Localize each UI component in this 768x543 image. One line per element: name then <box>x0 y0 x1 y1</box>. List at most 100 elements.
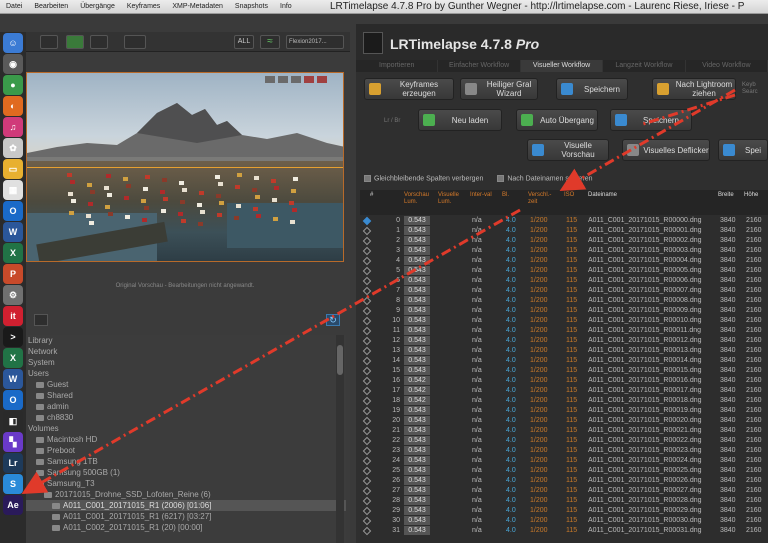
column-header[interactable]: Visuelle Lum. <box>438 192 468 206</box>
tree-item[interactable]: Samsung 500GB (1) <box>26 467 346 478</box>
tree-item[interactable]: Samsung_T3 <box>26 478 346 489</box>
table-row[interactable]: 4 0.543 n/a 4.0 1/200 115 A011_C001_20171015_R… <box>360 256 768 266</box>
mosaic-icon[interactable]: ▚ <box>3 432 23 452</box>
firefox-icon[interactable]: ◐ <box>3 96 23 116</box>
table-row[interactable]: 14 0.543 n/a 4.0 1/200 115 A011_C001_20171015_… <box>360 356 768 366</box>
table-row[interactable]: 24 0.543 n/a 4.0 1/200 115 A011_C001_20171015_… <box>360 456 768 466</box>
siri-icon[interactable]: ◉ <box>3 54 23 74</box>
menu-item-2[interactable]: Übergänge <box>74 3 121 10</box>
itunes-icon[interactable]: ♫ <box>3 117 23 137</box>
table-row[interactable]: 22 0.543 n/a 4.0 1/200 115 A011_C001_20171015_… <box>360 436 768 446</box>
workflow-button-0[interactable]: Keyframes erzeugen <box>364 78 454 100</box>
tree-item[interactable]: A011_C002_20171015_R1 (20) [00:00] <box>26 522 346 533</box>
menu-item-5[interactable]: Snapshots <box>229 3 274 10</box>
preset-select[interactable]: Flexion2017... <box>286 35 344 49</box>
table-row[interactable]: 11 0.543 n/a 4.0 1/200 115 A011_C001_20171015_… <box>360 326 768 336</box>
workflow-button-4[interactable]: Neu laden <box>418 109 502 131</box>
tree-item[interactable]: Users <box>26 368 346 379</box>
tree-item[interactable]: System <box>26 357 346 368</box>
menu-item-1[interactable]: Bearbeiten <box>28 3 74 10</box>
tree-item[interactable]: Shared <box>26 390 346 401</box>
workflow-button-1[interactable]: Heiliger Gral Wizard <box>460 78 538 100</box>
stop-button[interactable] <box>34 314 48 326</box>
lightroom-icon[interactable]: Lr <box>3 453 23 473</box>
table-row[interactable]: 18 0.542 n/a 4.0 1/200 115 A011_C001_20171015_… <box>360 396 768 406</box>
table-row[interactable]: 15 0.543 n/a 4.0 1/200 115 A011_C001_20171015_… <box>360 366 768 376</box>
table-row[interactable]: 7 0.543 n/a 4.0 1/200 115 A011_C001_20171015_R… <box>360 286 768 296</box>
workflow-button-7[interactable]: Visuelle Vorschau <box>527 139 609 161</box>
all-button[interactable]: ALL <box>234 35 254 49</box>
table-row[interactable]: 2 0.543 n/a 4.0 1/200 115 A011_C001_20171015_R… <box>360 236 768 246</box>
tree-item[interactable]: Macintosh HD <box>26 434 346 445</box>
menu-item-6[interactable]: Info <box>274 3 298 10</box>
menu-item-0[interactable]: Datei <box>0 3 28 10</box>
table-row[interactable]: 3 0.543 n/a 4.0 1/200 115 A011_C001_20171015_R… <box>360 246 768 256</box>
tree-item[interactable]: 20171015_Drohne_SSD_Lofoten_Reine (6) <box>26 489 346 500</box>
table-row[interactable]: 25 0.543 n/a 4.0 1/200 115 A011_C001_20171015_… <box>360 466 768 476</box>
tab-3[interactable]: Langzeit Workflow <box>603 60 686 72</box>
workflow-button-8[interactable]: Visuelles Deflicker <box>622 139 710 161</box>
folder-icon[interactable]: ▭ <box>3 159 23 179</box>
powerpoint-icon[interactable]: P <box>3 264 23 284</box>
terminal-icon[interactable]: > <box>3 327 23 347</box>
workflow-button-5[interactable]: Auto Übergang <box>516 109 598 131</box>
tree-item[interactable]: A011_C001_20171015_R1 (6217) [03:27] <box>26 511 346 522</box>
tree-item[interactable]: Volumes <box>26 423 346 434</box>
word2-icon[interactable]: W <box>3 369 23 389</box>
tree-scrollbar[interactable] <box>336 335 344 543</box>
menu-item-4[interactable]: XMP-Metadaten <box>166 3 229 10</box>
column-header[interactable]: Dateiname <box>588 192 688 199</box>
preview-image[interactable] <box>26 72 344 262</box>
hide-columns-checkbox[interactable]: Gleichbleibende Spalten verbergen <box>364 175 483 182</box>
tree-item[interactable]: A011_C001_20171015_R1 (2006) [01:06] <box>26 500 346 511</box>
calendar-icon[interactable]: ▦ <box>3 180 23 200</box>
outlook2-icon[interactable]: O <box>3 390 23 410</box>
table-row[interactable]: 21 0.543 n/a 4.0 1/200 115 A011_C001_20171015_… <box>360 426 768 436</box>
it-icon[interactable]: it <box>3 306 23 326</box>
table-row[interactable]: 26 0.543 n/a 4.0 1/200 115 A011_C001_20171015_… <box>360 476 768 486</box>
fit-icon[interactable] <box>40 35 58 49</box>
column-header[interactable]: Höhe <box>744 192 768 199</box>
table-row[interactable]: 31 0.543 n/a 4.0 1/200 115 A011_C001_20171015_… <box>360 526 768 536</box>
eye-icon[interactable] <box>124 35 146 49</box>
swift-icon[interactable]: S <box>3 474 23 494</box>
table-row[interactable]: 9 0.543 n/a 4.0 1/200 115 A011_C001_20171015_R… <box>360 306 768 316</box>
tree-item[interactable]: admin <box>26 401 346 412</box>
tree-item[interactable]: Network <box>26 346 346 357</box>
table-row[interactable]: 20 0.543 n/a 4.0 1/200 115 A011_C001_20171015_… <box>360 416 768 426</box>
chrome-icon[interactable]: ● <box>3 75 23 95</box>
column-header[interactable]: Verschl.-zeit <box>528 192 558 206</box>
outlook-icon[interactable]: O <box>3 201 23 221</box>
table-row[interactable]: 16 0.542 n/a 4.0 1/200 115 A011_C001_20171015_… <box>360 376 768 386</box>
table-row[interactable]: 13 0.543 n/a 4.0 1/200 115 A011_C001_20171015_… <box>360 346 768 356</box>
workflow-button-3[interactable]: Nach Lightroom ziehen <box>652 78 736 100</box>
tree-item[interactable]: Preboot <box>26 445 346 456</box>
tree-item[interactable]: ch8830 <box>26 412 346 423</box>
frame-icon[interactable] <box>66 35 84 49</box>
tree-item[interactable]: Samsung 1TB <box>26 456 346 467</box>
table-row[interactable]: 0 0.543 n/a 4.0 1/200 115 A011_C001_20171015_R… <box>360 216 768 226</box>
tab-2[interactable]: Visueller Workflow <box>520 60 604 72</box>
column-header[interactable]: Inter-val <box>470 192 500 199</box>
table-row[interactable]: 12 0.543 n/a 4.0 1/200 115 A011_C001_20171015_… <box>360 336 768 346</box>
aftereffects-icon[interactable]: Ae <box>3 495 23 515</box>
tree-item[interactable]: Library <box>26 335 346 346</box>
table-row[interactable]: 5 0.543 n/a 4.0 1/200 115 A011_C001_20171015_R… <box>360 266 768 276</box>
lrt-icon[interactable]: ◧ <box>3 411 23 431</box>
tab-0[interactable]: Importieren <box>356 60 439 72</box>
table-row[interactable]: 8 0.543 n/a 4.0 1/200 115 A011_C001_20171015_R… <box>360 296 768 306</box>
column-header[interactable]: Vorschau Lum. <box>404 192 434 206</box>
excel2-icon[interactable]: X <box>3 348 23 368</box>
word-icon[interactable]: W <box>3 222 23 242</box>
column-header[interactable]: # <box>370 192 400 199</box>
table-row[interactable]: 19 0.543 n/a 4.0 1/200 115 A011_C001_20171015_… <box>360 406 768 416</box>
table-row[interactable]: 28 0.543 n/a 4.0 1/200 115 A011_C001_20171015_… <box>360 496 768 506</box>
workflow-button-9[interactable]: Spei <box>718 139 768 161</box>
tab-4[interactable]: Video Workflow <box>686 60 768 72</box>
zoom-icon[interactable] <box>90 35 108 49</box>
table-row[interactable]: 23 0.543 n/a 4.0 1/200 115 A011_C001_20171015_… <box>360 446 768 456</box>
tab-1[interactable]: Einfacher Workflow <box>438 60 521 72</box>
excel-icon[interactable]: X <box>3 243 23 263</box>
sort-checkbox[interactable]: Nach Dateinamen sortieren <box>497 175 593 182</box>
tree-item[interactable]: Guest <box>26 379 346 390</box>
